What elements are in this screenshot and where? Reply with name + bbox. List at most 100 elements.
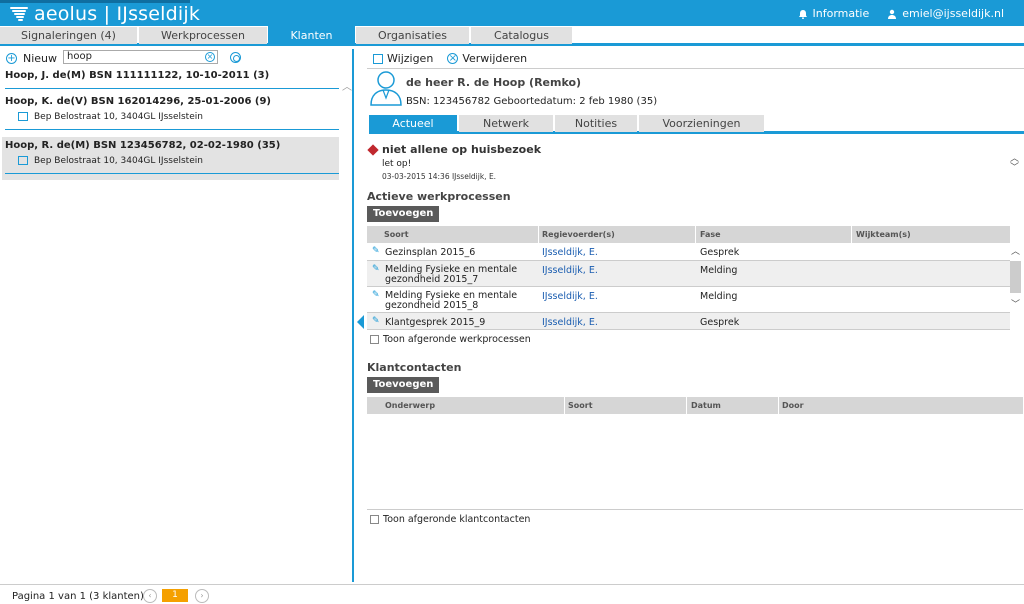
prev-page-icon[interactable]: ‹ (143, 589, 157, 603)
scroll-thumb[interactable] (1010, 261, 1021, 293)
client-detail-pane: Wijzigen × Verwijderen de heer R. de Hoop… (357, 49, 1024, 582)
edit-button[interactable]: Wijzigen (373, 52, 433, 65)
tab-actueel[interactable]: Actueel (369, 115, 457, 132)
client-item-selected[interactable]: Hoop, R. de(M) BSN 123456782, 02-02-1980… (2, 137, 339, 180)
delete-icon: × (447, 53, 459, 64)
user-icon (888, 9, 897, 19)
alert-title: niet allene op huisbezoek (382, 143, 542, 156)
workprocesses-title: Actieve werkprocessen (367, 190, 511, 203)
main-tabs: Signaleringen (4) Werkprocessen Klanten … (0, 26, 1024, 46)
workprocesses-header: Soort Regievoerder(s) Fase Wijkteam(s) (367, 226, 1010, 243)
contacts-header: Onderwerp Soort Datum Door (367, 397, 1023, 414)
current-page[interactable]: 1 (162, 589, 188, 602)
client-name: Hoop, J. de(M) BSN 111111122, 10-10-2011… (5, 70, 270, 81)
tab-klanten[interactable]: Klanten (268, 26, 355, 45)
person-name: de heer R. de Hoop (Remko) (406, 76, 582, 89)
divider (367, 509, 1023, 510)
row-soort: Gezinsplan 2015_6 (385, 247, 476, 258)
clear-search-icon[interactable]: × (205, 52, 215, 62)
row-soort: Klantgesprek 2015_9 (385, 317, 486, 328)
divider (5, 173, 339, 174)
col-onderwerp[interactable]: Onderwerp (385, 401, 435, 410)
alert-icon (367, 143, 379, 156)
row-fase: Gesprek (700, 247, 740, 258)
delete-label: Verwijderen (462, 52, 528, 65)
user-menu[interactable]: emiel@ijsseldijk.nl (887, 7, 1004, 20)
show-finished-contacts[interactable]: Toon afgeronde klantcontacten (370, 514, 530, 525)
divider (5, 129, 339, 130)
edit-pencil-icon[interactable]: ✎ (372, 265, 381, 274)
delete-button[interactable]: × Verwijderen (447, 52, 527, 65)
col-regievoerder[interactable]: Regievoerder(s) (542, 230, 615, 239)
top-bar: aeolus | IJsseldijk Informatie emiel@ijs… (0, 0, 1024, 26)
table-row[interactable]: ✎ Melding Fysieke en mentale gezondheid … (367, 261, 1010, 287)
refresh-icon[interactable] (230, 52, 241, 63)
col-door[interactable]: Door (782, 401, 804, 410)
chevron-down-icon[interactable]: ﹀ (1010, 164, 1019, 173)
checkbox[interactable] (370, 515, 379, 524)
col-soort[interactable]: Soort (568, 401, 593, 410)
client-address: Bep Belostraat 10, 3404GL IJsselstein (34, 112, 203, 122)
tab-signaleringen[interactable]: Signaleringen (4) (0, 27, 137, 44)
edit-icon (373, 53, 383, 64)
add-workprocess-button[interactable]: Toevoegen (367, 206, 440, 222)
edit-label: Wijzigen (387, 52, 434, 65)
col-wijkteam[interactable]: Wijkteam(s) (856, 230, 911, 239)
app-logo[interactable]: aeolus | IJsseldijk (10, 3, 200, 25)
informatie-label: Informatie (812, 7, 870, 20)
show-finished-workprocesses[interactable]: Toon afgeronde werkprocessen (370, 334, 531, 345)
tab-organisaties[interactable]: Organisaties (356, 27, 469, 44)
row-regie[interactable]: IJsseldijk, E. (542, 265, 598, 276)
client-item[interactable]: Hoop, K. de(V) BSN 162014296, 25-01-2006… (2, 96, 339, 132)
tornado-icon (10, 7, 28, 21)
edit-pencil-icon[interactable]: ✎ (372, 317, 381, 326)
workprocesses-scrollbar[interactable]: ︿ ﹀ (1009, 244, 1022, 324)
client-address: Bep Belostraat 10, 3404GL IJsselstein (34, 156, 203, 166)
person-details: BSN: 123456782 Geboortedatum: 2 feb 1980… (406, 96, 658, 107)
checkbox-label: Toon afgeronde werkprocessen (383, 334, 531, 345)
house-icon (18, 112, 28, 121)
client-item[interactable]: Hoop, J. de(M) BSN 111111122, 10-10-2011… (2, 70, 339, 90)
tab-werkprocessen[interactable]: Werkprocessen (139, 27, 267, 44)
row-regie[interactable]: IJsseldijk, E. (542, 291, 598, 302)
edit-pencil-icon[interactable]: ✎ (372, 291, 381, 300)
pagination-text: Pagina 1 van 1 (3 klanten) (12, 591, 144, 602)
table-row[interactable]: ✎ Klantgesprek 2015_9 IJsseldijk, E. Ges… (367, 313, 1010, 330)
scroll-down-icon[interactable]: ﹀ (1009, 297, 1022, 310)
table-row[interactable]: ✎ Gezinsplan 2015_6 IJsseldijk, E. Gespr… (367, 243, 1010, 261)
row-fase: Gesprek (700, 317, 740, 328)
col-soort[interactable]: Soort (384, 230, 409, 239)
row-soort: Melding Fysieke en mentale gezondheid 20… (385, 290, 518, 311)
tab-catalogus[interactable]: Catalogus (471, 27, 572, 44)
app-title: aeolus | IJsseldijk (34, 3, 201, 25)
alert-message: let op! (382, 159, 412, 169)
alert-timestamp: 03-03-2015 14:36 IJsseldijk, E. (382, 172, 497, 181)
scroll-up-icon[interactable]: ︿ (1009, 244, 1022, 257)
checkbox[interactable] (370, 335, 379, 344)
tab-voorzieningen[interactable]: Voorzieningen (639, 115, 764, 132)
row-fase: Melding (700, 265, 738, 276)
new-label: Nieuw (23, 52, 58, 65)
informatie-link[interactable]: Informatie (798, 7, 870, 20)
alert-scroll[interactable]: ︿ ﹀ (1010, 155, 1019, 173)
col-datum[interactable]: Datum (691, 401, 721, 410)
row-regie[interactable]: IJsseldijk, E. (542, 317, 598, 328)
divider (367, 68, 1024, 69)
edit-pencil-icon[interactable]: ✎ (372, 247, 381, 256)
scroll-up-icon[interactable]: ︿ (342, 78, 352, 93)
new-client-button[interactable]: + Nieuw (6, 52, 57, 65)
tab-netwerk[interactable]: Netwerk (459, 115, 553, 132)
client-list-pane: + Nieuw hoop × Hoop, J. de(M) BSN 111111… (0, 49, 354, 582)
col-fase[interactable]: Fase (700, 230, 721, 239)
add-contact-button[interactable]: Toevoegen (367, 377, 440, 393)
next-page-icon[interactable]: › (195, 589, 209, 603)
client-name: Hoop, R. de(M) BSN 123456782, 02-02-1980… (5, 140, 281, 151)
table-row[interactable]: ✎ Melding Fysieke en mentale gezondheid … (367, 287, 1010, 313)
row-regie[interactable]: IJsseldijk, E. (542, 247, 598, 258)
client-search-input[interactable]: hoop × (63, 50, 218, 64)
person-avatar-icon (370, 71, 402, 106)
tab-notities[interactable]: Notities (555, 115, 637, 132)
checkbox-label: Toon afgeronde klantcontacten (383, 514, 531, 525)
alert-note: niet allene op huisbezoek let op! 03-03-… (367, 143, 541, 181)
row-soort: Melding Fysieke en mentale gezondheid 20… (385, 264, 518, 285)
